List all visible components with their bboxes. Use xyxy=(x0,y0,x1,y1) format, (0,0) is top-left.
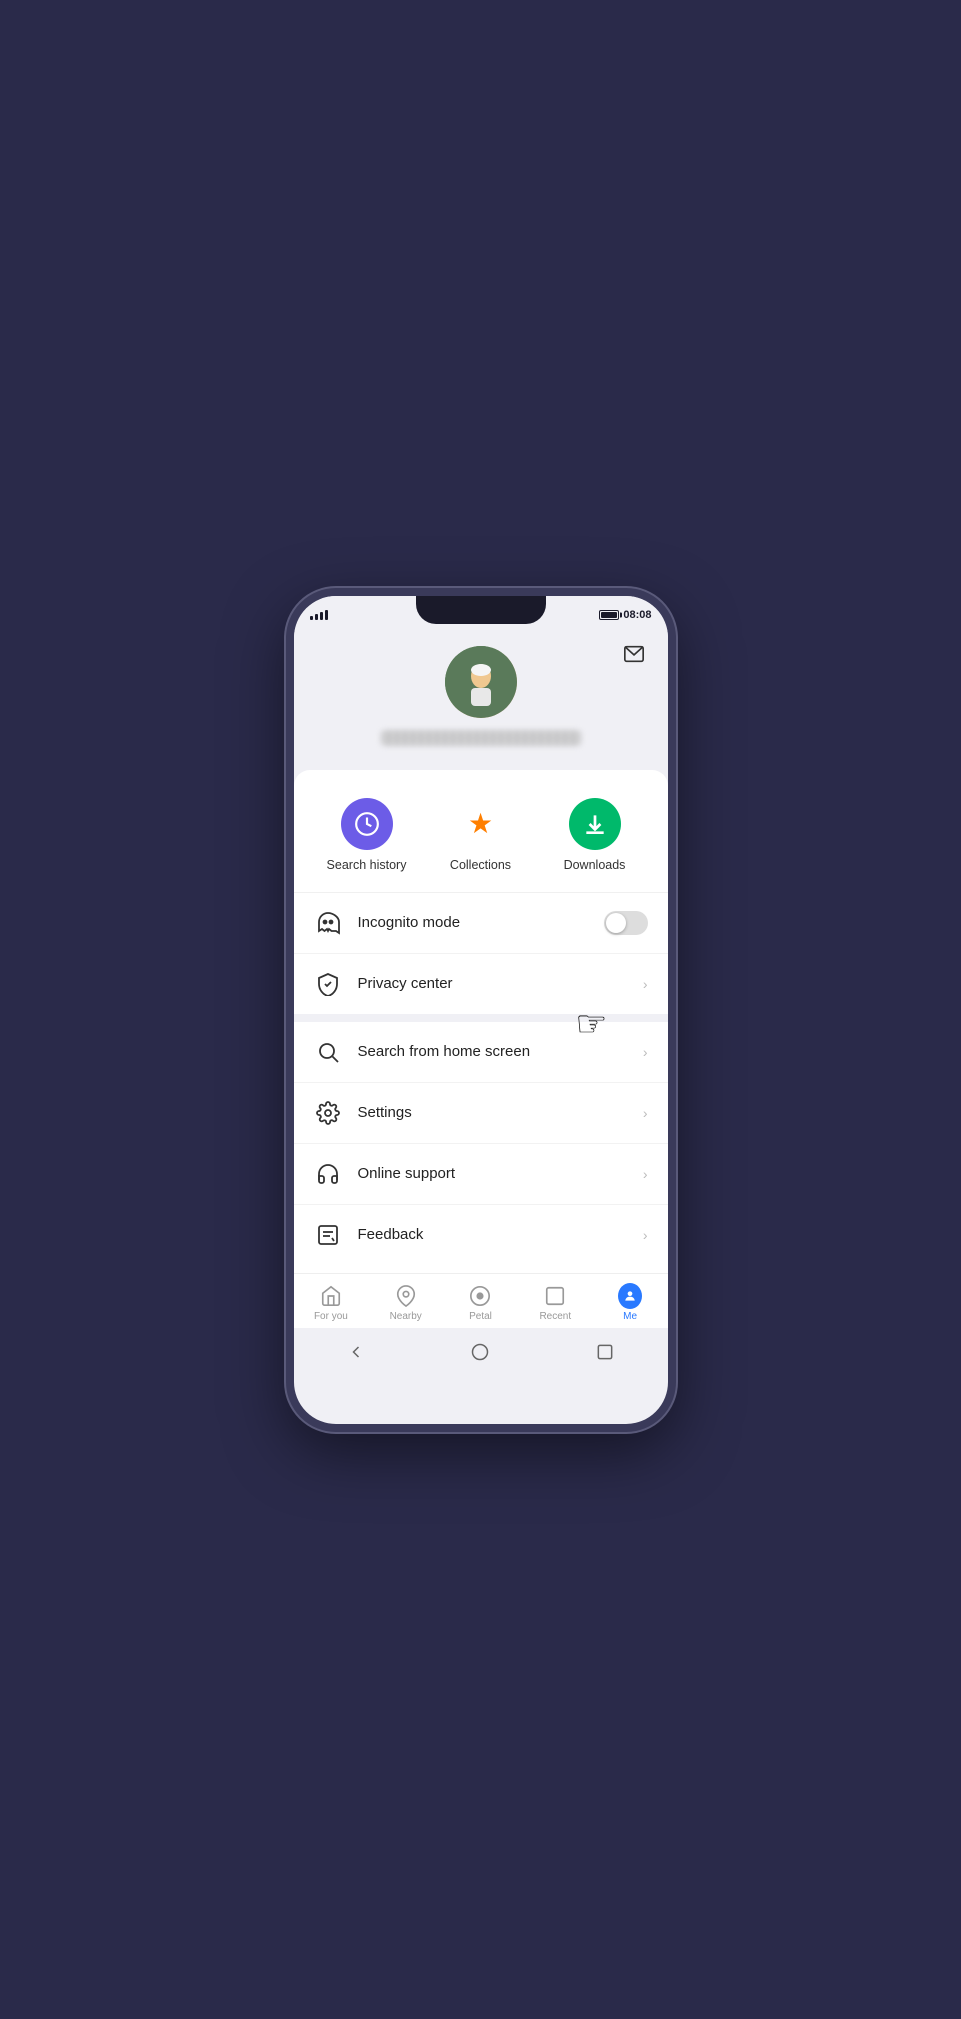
status-right: 08:08 xyxy=(599,609,651,621)
menu-item-privacy[interactable]: Privacy center › xyxy=(294,954,668,1014)
settings-label: Settings xyxy=(358,1104,643,1121)
location-icon xyxy=(394,1284,418,1308)
shortcut-search-history[interactable]: Search history xyxy=(310,798,424,872)
shortcut-downloads[interactable]: Downloads xyxy=(538,798,652,872)
shortcuts-row: Search history ★ Collections xyxy=(294,770,668,893)
ghost-icon xyxy=(314,909,342,937)
me-label: Me xyxy=(623,1311,637,1322)
privacy-label: Privacy center xyxy=(358,975,643,992)
menu-item-incognito[interactable]: Incognito mode xyxy=(294,893,668,954)
time-display: 08:08 xyxy=(623,609,651,621)
menu-item-settings[interactable]: Settings › xyxy=(294,1083,668,1144)
nav-item-nearby[interactable]: Nearby xyxy=(368,1282,443,1324)
avatar-image xyxy=(445,646,517,718)
system-nav xyxy=(294,1328,668,1380)
shortcut-collections[interactable]: ★ Collections xyxy=(424,798,538,872)
petal-label: Petal xyxy=(469,1311,492,1322)
nav-item-recent[interactable]: Recent xyxy=(518,1282,593,1324)
me-icon xyxy=(618,1284,642,1308)
signal-indicator xyxy=(310,610,328,620)
search-icon xyxy=(314,1038,342,1066)
support-chevron: › xyxy=(643,1166,648,1182)
recents-button[interactable] xyxy=(589,1336,621,1368)
avatar[interactable] xyxy=(445,646,517,718)
toggle-thumb xyxy=(606,913,626,933)
nav-item-petal[interactable]: Petal xyxy=(443,1282,518,1324)
back-button[interactable] xyxy=(340,1336,372,1368)
feedback-label: Feedback xyxy=(358,1226,643,1243)
recent-label: Recent xyxy=(539,1311,571,1322)
menu-item-support[interactable]: Online support › xyxy=(294,1144,668,1205)
nav-item-for-you[interactable]: For you xyxy=(294,1282,369,1324)
nav-item-me[interactable]: Me xyxy=(593,1282,668,1324)
menu-group-2: Search from home screen › Settings › xyxy=(294,1022,668,1265)
incognito-label: Incognito mode xyxy=(358,914,604,931)
headset-icon xyxy=(314,1160,342,1188)
menu-group-divider xyxy=(294,1014,668,1022)
menu-group-1: Incognito mode Privacy center › xyxy=(294,893,668,1014)
support-label: Online support xyxy=(358,1165,643,1182)
status-bar: 08:08 xyxy=(294,596,668,628)
privacy-chevron: › xyxy=(643,976,648,992)
downloads-label: Downloads xyxy=(564,858,626,872)
signal-bar-2 xyxy=(315,614,318,620)
username-display xyxy=(381,730,581,746)
search-home-label: Search from home screen xyxy=(358,1043,643,1060)
settings-chevron: › xyxy=(643,1105,648,1121)
bottom-nav: For you Nearby xyxy=(294,1273,668,1328)
home-icon xyxy=(319,1284,343,1308)
me-avatar xyxy=(618,1283,642,1309)
collections-label: Collections xyxy=(450,858,511,872)
shield-icon xyxy=(314,970,342,998)
nearby-label: Nearby xyxy=(390,1311,422,1322)
search-history-label: Search history xyxy=(327,858,407,872)
downloads-icon-bg xyxy=(569,798,621,850)
mail-button[interactable] xyxy=(616,636,652,672)
battery-fill xyxy=(601,612,616,618)
petal-icon xyxy=(468,1284,492,1308)
signal-bar-3 xyxy=(320,612,323,620)
main-card: Search history ★ Collections xyxy=(294,770,668,1273)
incognito-toggle[interactable] xyxy=(604,911,648,935)
gear-icon xyxy=(314,1099,342,1127)
home-button[interactable] xyxy=(464,1336,496,1368)
menu-item-search-home[interactable]: Search from home screen › xyxy=(294,1022,668,1083)
search-history-icon-bg xyxy=(341,798,393,850)
signal-bar-4 xyxy=(325,610,328,620)
feedback-icon xyxy=(314,1221,342,1249)
star-icon: ★ xyxy=(468,807,493,840)
battery-icon xyxy=(599,610,619,620)
recent-icon xyxy=(543,1284,567,1308)
for-you-label: For you xyxy=(314,1311,348,1322)
menu-item-feedback[interactable]: Feedback › xyxy=(294,1205,668,1265)
signal-bar-1 xyxy=(310,616,313,620)
search-home-chevron: › xyxy=(643,1044,648,1060)
phone-frame: 08:08 xyxy=(286,588,676,1432)
collections-icon-bg: ★ xyxy=(455,798,507,850)
screen-content: Search history ★ Collections xyxy=(294,596,668,1424)
feedback-chevron: › xyxy=(643,1227,648,1243)
